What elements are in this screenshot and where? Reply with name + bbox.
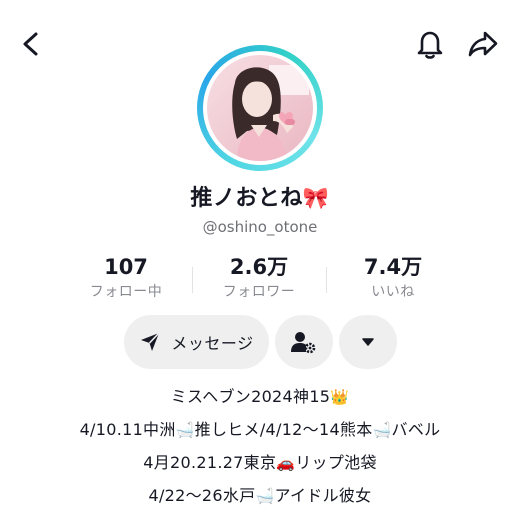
stat-likes[interactable]: 7.4万 いいね [328, 255, 458, 301]
send-plane-icon [141, 332, 160, 351]
bathtub-emoji: 🛁 [175, 421, 195, 439]
bathtub-emoji: 🛁 [372, 421, 392, 439]
bathtub-emoji: 🛁 [255, 487, 275, 505]
more-options-button[interactable] [339, 315, 397, 369]
stat-divider [192, 267, 193, 293]
bio-text: 4/22〜26水戸 [148, 486, 256, 505]
back-button[interactable] [14, 24, 48, 64]
stat-followers[interactable]: 2.6万 フォロワー [194, 255, 324, 301]
stat-label: フォロワー [222, 284, 296, 300]
bio-line: 4/22〜26水戸🛁アイドル彼女 [0, 482, 520, 506]
bio-text: 推しヒメ/4/12〜14熊本 [194, 420, 373, 439]
bell-icon [417, 31, 443, 59]
car-emoji: 🚗 [276, 454, 296, 472]
stat-divider [326, 267, 327, 293]
stat-value: 7.4万 [363, 255, 423, 279]
profile-username: 推ノおとね🎀 [0, 180, 520, 212]
message-button[interactable]: メッセージ [124, 315, 269, 369]
bio-line: ミスヘブン2024神15👑 [0, 383, 520, 407]
share-button[interactable] [464, 24, 502, 64]
bio-text: アイドル彼女 [274, 486, 372, 505]
bio-text: ミスヘブン2024神15 [170, 387, 331, 406]
triangle-down-icon [362, 338, 374, 346]
follow-settings-button[interactable] [275, 315, 333, 369]
chevron-left-icon [23, 32, 38, 56]
bio-text: バベル [391, 420, 441, 439]
bio-text: 4月20.21.27東京 [143, 453, 277, 472]
message-button-label: メッセージ [171, 334, 254, 353]
stat-following[interactable]: 107 フォロー中 [61, 255, 191, 301]
crown-emoji: 👑 [330, 388, 350, 406]
bow-emoji: 🎀 [302, 186, 330, 210]
share-arrow-icon [468, 31, 498, 57]
bio-text: リップ池袋 [295, 453, 377, 472]
stat-label: フォロー中 [89, 284, 163, 300]
stat-value: 107 [104, 255, 148, 279]
profile-handle: @oshino_otone [202, 218, 318, 236]
bio-line: 4/10.11中洲🛁推しヒメ/4/12〜14熊本🛁バベル [0, 416, 520, 440]
user-settings-icon [291, 332, 316, 354]
notification-bell-button[interactable] [412, 24, 448, 64]
bio-text: 4/10.11中洲 [79, 420, 176, 439]
avatar [203, 51, 317, 165]
stat-value: 2.6万 [229, 255, 289, 279]
avatar-photo [207, 55, 313, 161]
bio-line: 4月20.21.27東京🚗リップ池袋 [0, 449, 520, 473]
stat-label: いいね [371, 284, 415, 300]
username-text: 推ノおとね [190, 186, 303, 211]
avatar-ring[interactable] [197, 45, 323, 171]
